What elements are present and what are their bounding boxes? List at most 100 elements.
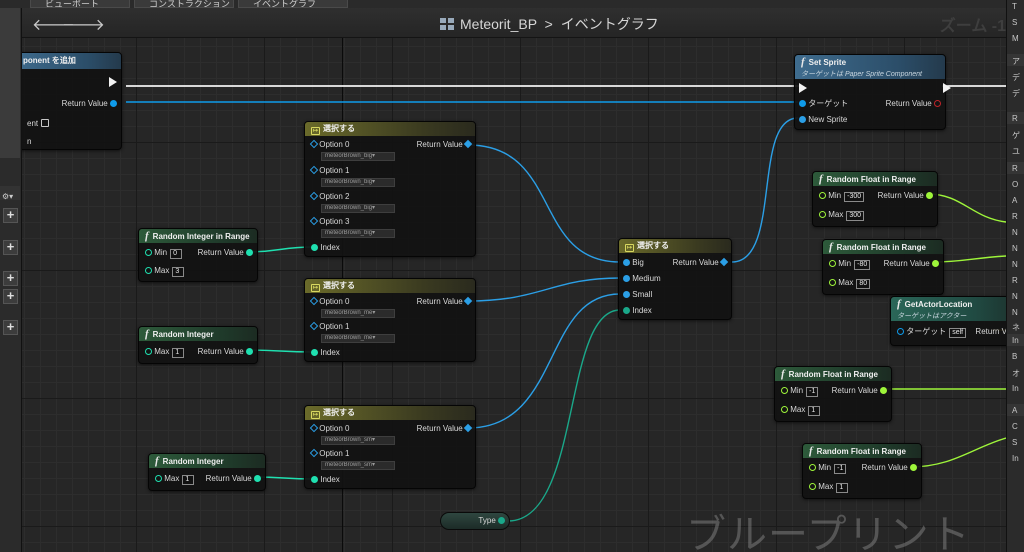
- random-integer-node-2[interactable]: f Random Integer Max 1 Return Value: [148, 453, 266, 491]
- details-item[interactable]: ゲ: [1012, 130, 1020, 141]
- option-1-pin[interactable]: Option 1 meteorBrown_sm: [309, 448, 395, 470]
- details-item[interactable]: デ: [1012, 88, 1020, 99]
- max-pin[interactable]: Max 80: [829, 278, 871, 289]
- min-value-input[interactable]: 0: [170, 249, 183, 259]
- select-node-medium[interactable]: ↦ 選択する Return Value Option 0 meteorBrown_m…: [304, 278, 476, 362]
- target-pin[interactable]: ターゲット self: [897, 327, 967, 338]
- type-variable-node[interactable]: Type: [440, 512, 510, 530]
- min-value-input[interactable]: -1: [834, 464, 847, 474]
- asset-dropdown[interactable]: meteorBrown_me: [321, 309, 395, 318]
- return-value-pin[interactable]: Return Value: [886, 99, 941, 109]
- details-item[interactable]: R: [1012, 212, 1018, 221]
- details-item[interactable]: In: [1012, 384, 1019, 393]
- big-pin[interactable]: Big: [623, 258, 644, 268]
- max-value-input[interactable]: 1: [172, 348, 185, 358]
- asset-dropdown[interactable]: meteorBrown_big: [321, 229, 395, 238]
- asset-dropdown[interactable]: meteorBrown_sm: [321, 436, 395, 445]
- option-1-pin[interactable]: Option 1 meteorBrown_me: [309, 321, 395, 343]
- min-value-input[interactable]: -80: [854, 260, 871, 270]
- exec-in-pin[interactable]: [799, 83, 807, 94]
- add-macro-button[interactable]: +: [3, 271, 18, 286]
- details-item[interactable]: R: [1012, 276, 1018, 285]
- details-item[interactable]: A: [1012, 406, 1017, 415]
- asset-dropdown[interactable]: meteorBrown_big: [321, 204, 395, 213]
- new-sprite-pin[interactable]: New Sprite: [799, 115, 847, 125]
- max-value-input[interactable]: 1: [836, 483, 849, 493]
- max-pin[interactable]: Max 300: [819, 210, 865, 221]
- tab-event-graph[interactable]: イベントグラフ: [238, 0, 348, 8]
- add-component-node[interactable]: ponent を追加 Return Value ent n: [22, 52, 122, 150]
- return-value-pin[interactable]: Return Value: [884, 259, 939, 269]
- random-float-in-range-node-1[interactable]: f Random Float in Range Min -300 Max 300 Re…: [812, 171, 938, 227]
- get-actor-location-node[interactable]: f GetActorLocation ターゲットはアクター ターゲット self Re…: [890, 296, 1006, 346]
- max-value-input[interactable]: 80: [856, 279, 871, 289]
- min-pin[interactable]: Min -300: [819, 191, 865, 202]
- return-value-pin[interactable]: Return Value: [862, 463, 917, 473]
- exec-out-pin[interactable]: [943, 83, 951, 94]
- details-item[interactable]: デ: [1012, 72, 1020, 83]
- index-pin[interactable]: Index: [311, 243, 340, 253]
- max-value-input[interactable]: 1: [182, 475, 195, 485]
- min-pin[interactable]: Min -80: [829, 259, 871, 270]
- return-value-pin[interactable]: Return Value: [878, 191, 933, 201]
- max-pin[interactable]: Max 1: [809, 482, 849, 493]
- index-pin[interactable]: Index: [311, 475, 340, 485]
- asset-dropdown[interactable]: meteorBrown_big: [321, 178, 395, 187]
- return-value-pin[interactable]: Return Value: [832, 386, 887, 396]
- return-value-pin[interactable]: Return Value: [673, 257, 729, 268]
- return-value-pin[interactable]: Return Value: [417, 423, 473, 434]
- select-node-big[interactable]: ↦ 選択する Return Value Option 0 meteorBrown_b…: [304, 121, 476, 257]
- target-pin[interactable]: ターゲット: [799, 99, 848, 109]
- index-pin[interactable]: Index: [623, 306, 652, 316]
- index-pin[interactable]: Index: [311, 348, 340, 358]
- max-pin[interactable]: Max 1: [155, 474, 195, 485]
- details-item[interactable]: N: [1012, 244, 1018, 253]
- min-pin[interactable]: Min 0: [145, 248, 183, 259]
- min-pin[interactable]: Min -1: [809, 463, 847, 474]
- max-pin[interactable]: Max 1: [145, 347, 185, 358]
- tab-viewport[interactable]: ビューポート: [30, 0, 130, 8]
- return-value-pin[interactable]: Return Value: [417, 139, 473, 150]
- select-node-main[interactable]: ↦ 選択する Big Medium Small Index Return Valu…: [618, 238, 732, 320]
- event-graph-canvas[interactable]: 🡐 🡒 Meteorit_BP > イベントグラフ ズーム -1 ブループリント: [22, 8, 1006, 552]
- details-item[interactable]: O: [1012, 180, 1018, 189]
- option-1-pin[interactable]: Option 1 meteorBrown_big: [309, 165, 395, 187]
- random-float-in-range-node-4[interactable]: f Random Float in Range Min -1 Max 1 Return…: [802, 443, 922, 499]
- add-function-button[interactable]: +: [3, 240, 18, 255]
- max-value-input[interactable]: 300: [846, 211, 865, 221]
- return-value-pin[interactable]: Return Value: [62, 99, 117, 109]
- asset-dropdown[interactable]: meteorBrown_big: [321, 152, 395, 161]
- exec-out-pin[interactable]: [109, 77, 117, 88]
- type-output-pin[interactable]: Type: [478, 516, 505, 526]
- option-2-pin[interactable]: Option 2 meteorBrown_big: [309, 191, 395, 213]
- details-item[interactable]: N: [1012, 308, 1018, 317]
- max-value-input[interactable]: 3: [172, 267, 185, 277]
- details-item[interactable]: B: [1012, 352, 1017, 361]
- min-value-input[interactable]: -300: [844, 192, 865, 202]
- details-item[interactable]: M: [1012, 34, 1019, 43]
- details-item[interactable]: C: [1012, 422, 1018, 431]
- details-item[interactable]: オ: [1012, 368, 1020, 379]
- details-item[interactable]: N: [1012, 228, 1018, 237]
- details-item[interactable]: In: [1012, 336, 1019, 345]
- details-item[interactable]: N: [1012, 260, 1018, 269]
- return-value-pin[interactable]: Return Value: [417, 296, 473, 307]
- manual-attach-checkbox[interactable]: [41, 119, 50, 127]
- details-item[interactable]: ユ: [1012, 146, 1020, 157]
- details-item[interactable]: ネ: [1012, 322, 1020, 333]
- select-node-small[interactable]: ↦ 選択する Return Value Option 0 meteorBrown_s…: [304, 405, 476, 489]
- return-value-pin[interactable]: Return Value: [198, 248, 253, 258]
- max-value-input[interactable]: 1: [808, 406, 821, 416]
- details-item[interactable]: S: [1012, 438, 1017, 447]
- small-pin[interactable]: Small: [623, 290, 652, 300]
- add-variable-button[interactable]: +: [3, 208, 18, 223]
- max-pin[interactable]: Max 3: [145, 266, 185, 277]
- details-item[interactable]: A: [1012, 196, 1017, 205]
- panel-dropdown[interactable]: ⚙▾: [0, 186, 20, 201]
- option-3-pin[interactable]: Option 3 meteorBrown_big: [309, 216, 395, 238]
- details-item[interactable]: S: [1012, 18, 1017, 27]
- min-value-input[interactable]: -1: [806, 387, 819, 397]
- random-float-in-range-node-3[interactable]: f Random Float in Range Min -1 Max 1 Return…: [774, 366, 892, 422]
- max-pin[interactable]: Max 1: [781, 405, 821, 416]
- add-dispatcher-button[interactable]: +: [3, 320, 18, 335]
